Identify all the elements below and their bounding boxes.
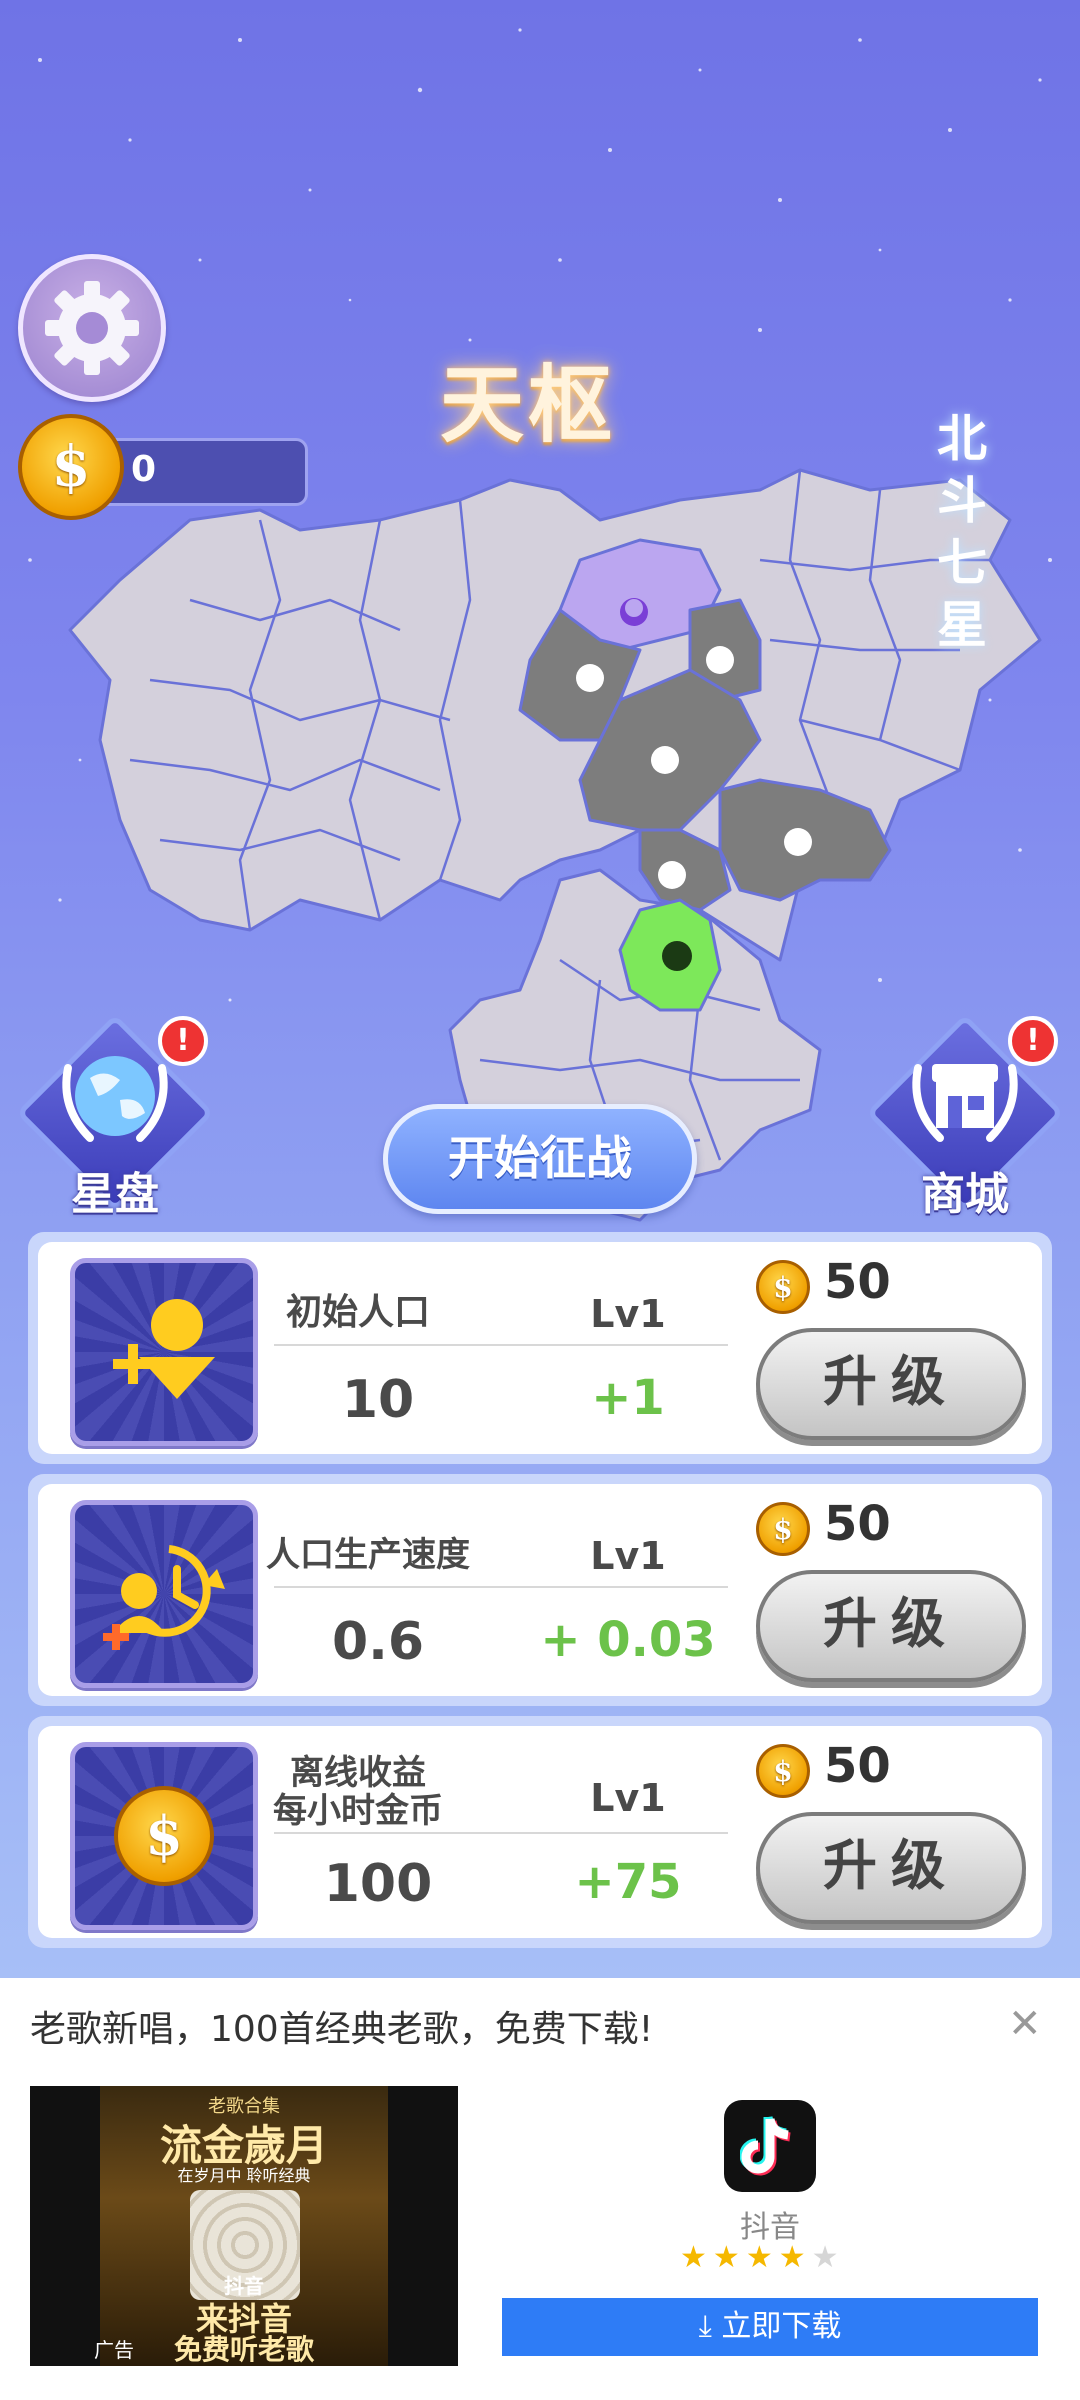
star-icon: ★ (778, 2240, 812, 2275)
globe-icon (62, 1056, 168, 1142)
army-marker (658, 861, 686, 889)
upgrade-card-production-speed: 人口生产速度 Lv1 0.6 + 0.03 $ 50 升级 (28, 1474, 1052, 1706)
star-disk-label: 星盘 (71, 1169, 159, 1220)
shop-icon (912, 1064, 1018, 1142)
download-label: 立即下载 (721, 2309, 842, 2344)
add-person-icon (70, 1258, 258, 1446)
upgrade-increment: + 0.03 (540, 1612, 716, 1668)
shop-button[interactable]: 商城 ! (860, 1008, 1070, 1220)
gold-coin-icon: $ (756, 1260, 810, 1314)
gold-coin-icon: $ (18, 414, 124, 520)
close-icon[interactable]: ✕ (1008, 2004, 1042, 2044)
tiktok-app-icon[interactable] (724, 2100, 816, 2192)
gear-icon (45, 281, 139, 375)
upgrade-level: Lv1 (590, 1534, 666, 1578)
upgrade-cost: 50 (824, 1254, 891, 1310)
upgrade-card-offline-income: $ 离线收益 每小时金币 Lv1 100 +75 $ 50 升级 (28, 1716, 1052, 1948)
ad-text[interactable]: 老歌新唱，100首经典老歌，免费下载! (30, 2000, 653, 2052)
star-icon: ★ (811, 2240, 845, 2275)
ad-image-sub: 在岁月中 聆听经典 (177, 2166, 311, 2185)
alert-badge: ! (158, 1016, 208, 1066)
capital-marker-icon (620, 598, 648, 626)
gold-coin-icon: $ (70, 1742, 258, 1930)
ad-label: 广告 (94, 2338, 134, 2362)
start-battle-button[interactable]: 开始征战 (383, 1104, 697, 1214)
upgrade-level: Lv1 (590, 1292, 666, 1336)
rating-stars: ★★★★★ (680, 2240, 845, 2275)
upgrade-card-initial-population: 初始人口 Lv1 10 +1 $ 50 升级 (28, 1232, 1052, 1464)
upgrade-value: 10 (341, 1370, 415, 1430)
army-marker (706, 646, 734, 674)
level-title: 天枢 (440, 356, 617, 454)
army-marker (651, 746, 679, 774)
star-icon: ★ (745, 2240, 779, 2275)
upgrade-name-line2: 每小时金币 (273, 1791, 443, 1831)
download-icon: ⤓ (698, 2309, 722, 2344)
star-icon: ★ (680, 2240, 713, 2275)
coin-balance-value: 0 (131, 449, 157, 490)
shop-label: 商城 (921, 1169, 1009, 1220)
gold-coin-icon: $ (756, 1502, 810, 1556)
upgrade-increment: +1 (591, 1370, 665, 1426)
upgrade-button[interactable]: 升级 (756, 1812, 1026, 1924)
upgrade-cost: 50 (824, 1496, 891, 1552)
settings-button[interactable] (18, 254, 166, 402)
upgrade-button[interactable]: 升级 (756, 1570, 1026, 1682)
upgrade-button[interactable]: 升级 (756, 1328, 1026, 1440)
upgrade-name: 初始人口 (285, 1292, 430, 1333)
army-marker (576, 664, 604, 692)
game-screen: 0 $ 天枢 北斗七星 星盘 ! 商城 ! 开始征战 初始人口 Lv1 10 +… (0, 0, 1080, 1978)
download-button[interactable]: ⤓ 立即下载 (502, 2298, 1038, 2356)
upgrade-value: 0.6 (331, 1612, 425, 1672)
star-icon: ★ (712, 2240, 746, 2275)
upgrade-cost: 50 (824, 1738, 891, 1794)
upgrade-value: 100 (323, 1854, 433, 1914)
army-marker (784, 828, 812, 856)
upgrade-level: Lv1 (590, 1776, 666, 1820)
ad-image[interactable]: 老歌合集 流金歲月 在岁月中 聆听经典 抖音 来抖音 免费听老歌 广告 (30, 2086, 458, 2366)
upgrade-name: 人口生产速度 (266, 1535, 470, 1575)
upgrade-increment: +75 (574, 1854, 682, 1910)
upgrade-name-line1: 离线收益 (290, 1753, 426, 1793)
population-speed-icon (70, 1500, 258, 1688)
ad-banner[interactable]: 老歌新唱，100首经典老歌，免费下载! ✕ 老歌合集 流金歲月 在岁月中 聆听经… (0, 1978, 1080, 2400)
constellation-title: 北斗七星 (937, 410, 987, 654)
star-disk-button[interactable]: 星盘 ! (10, 1008, 220, 1220)
player-marker (662, 941, 692, 971)
gold-coin-icon: $ (756, 1744, 810, 1798)
alert-badge: ! (1008, 1016, 1058, 1066)
